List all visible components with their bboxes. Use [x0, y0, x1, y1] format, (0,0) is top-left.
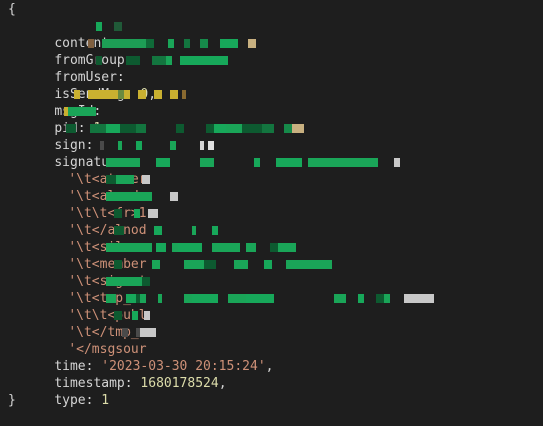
signature-line: '\t<silenc	[0, 222, 543, 255]
signature-line: '\t</alnod	[0, 205, 543, 238]
field-isSendMsg: isSendMsg: 0,	[0, 69, 543, 102]
field-pid: pid: 1	[0, 103, 543, 136]
redacted-value	[114, 260, 332, 269]
redacted-value	[122, 328, 156, 337]
field-msgId: msgId:	[0, 86, 543, 119]
signature-line: '\t<atuser	[0, 154, 543, 187]
redacted-value	[66, 124, 304, 133]
field-time: time: '2023-03-30 20:15:24',	[54, 359, 274, 374]
redacted-value	[100, 141, 214, 150]
console-output: { content: fromGroup fromUser: isSendMsg…	[0, 0, 543, 409]
redacted-value	[106, 175, 150, 184]
redacted-value	[106, 294, 434, 303]
redacted-value	[106, 243, 296, 252]
redacted-value	[64, 107, 96, 116]
redacted-value	[114, 209, 158, 218]
field-fromUser: fromUser:	[0, 52, 543, 85]
field-signature: signature:	[0, 137, 543, 170]
field-timestamp: timestamp: 1680178524,	[54, 376, 227, 391]
signature-line: '\t<signat	[0, 256, 543, 289]
signature-line: '\t<member	[0, 239, 543, 272]
field-content: content:	[0, 18, 543, 51]
signature-line: '\t\t<publ	[0, 290, 543, 323]
signature-line: '</msgsour	[0, 324, 543, 357]
redacted-value	[74, 90, 186, 99]
redacted-value	[106, 158, 400, 167]
signature-line: '\t<tmp_no	[0, 273, 543, 306]
open-brace-line: {	[0, 1, 543, 18]
field-type: type: 1	[0, 375, 543, 408]
redacted-value	[114, 311, 150, 320]
redacted-value	[88, 39, 256, 48]
signature-line: '\t</tmp_n	[0, 307, 543, 340]
field-sign: sign:	[0, 120, 543, 153]
open-brace: {	[8, 2, 16, 17]
signature-line: '\t<alnode	[0, 171, 543, 204]
signature-line: '\t\t<fr>1	[0, 188, 543, 221]
redacted-value	[114, 226, 218, 235]
redacted-value	[96, 22, 124, 31]
field-fromGroup: fromGroup	[0, 35, 543, 68]
redacted-value	[106, 277, 150, 286]
redacted-value	[96, 56, 228, 65]
close-brace-line: }	[0, 392, 543, 409]
redacted-value	[106, 192, 178, 201]
